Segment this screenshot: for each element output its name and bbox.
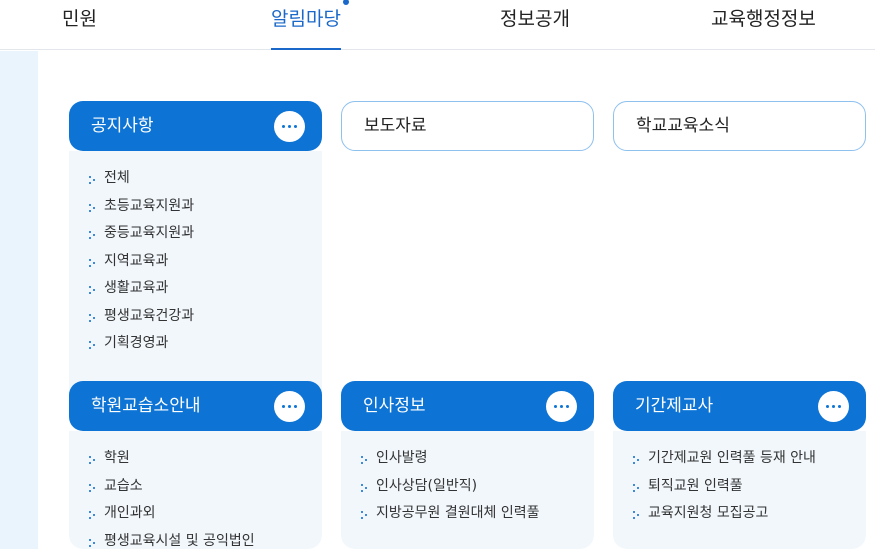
nav-item-minwon[interactable]: 민원	[62, 0, 97, 50]
card-notice-title: 공지사항	[91, 116, 154, 136]
list-item[interactable]: 평생교육시설 및 공익법인	[89, 528, 322, 549]
list-item[interactable]: 기간제교원 인력풀 등재 안내	[633, 445, 866, 473]
bullet-icon	[89, 286, 96, 294]
card-school-news-title: 학교교육소식	[636, 116, 730, 136]
card-academy-title: 학원교습소안내	[91, 396, 201, 416]
card-school-news: 학교교육소식	[613, 101, 866, 151]
card-notice: 공지사항 전체 초등교육지원과 중등교육지원과 지역교육과 생활교육과 평생교육…	[69, 101, 322, 408]
bullet-icon	[633, 511, 640, 519]
card-school-news-header[interactable]: 학교교육소식	[613, 101, 866, 151]
card-notice-list: 전체 초등교육지원과 중등교육지원과 지역교육과 생활교육과 평생교육건강과 기…	[69, 151, 322, 408]
bullet-icon	[89, 511, 96, 519]
bullet-icon	[89, 483, 96, 492]
card-personnel-header[interactable]: 인사정보	[341, 381, 594, 431]
card-academy-more-button[interactable]	[274, 391, 305, 422]
active-indicator-dot	[343, 0, 349, 5]
nav-item-edu-admin[interactable]: 교육행정정보	[711, 0, 816, 50]
card-notice-header[interactable]: 공지사항	[69, 101, 322, 151]
list-item[interactable]: 교육지원청 모집공고	[633, 500, 866, 528]
list-item[interactable]: 학원	[89, 445, 322, 473]
card-contract-teacher-list: 기간제교원 인력풀 등재 안내 퇴직교원 인력풀 교육지원청 모집공고	[613, 431, 866, 549]
bullet-icon	[633, 483, 640, 492]
card-contract-teacher-more-button[interactable]	[818, 391, 849, 422]
list-item[interactable]: 기획경영과	[89, 330, 322, 358]
card-notice-more-button[interactable]	[274, 111, 305, 142]
ellipsis-icon	[826, 405, 829, 408]
bullet-icon	[89, 176, 96, 184]
list-item[interactable]: 지방공무원 결원대체 인력풀	[361, 500, 594, 528]
list-item[interactable]: 개인과외	[89, 500, 322, 528]
card-press: 보도자료	[341, 101, 594, 151]
card-personnel-list: 인사발령 인사상담(일반직) 지방공무원 결원대체 인력풀	[341, 431, 594, 549]
card-press-header[interactable]: 보도자료	[341, 101, 594, 151]
top-navigation: 민원 알림마당 정보공개 교육행정정보	[0, 0, 875, 50]
nav-item-allim[interactable]: 알림마당	[271, 0, 349, 50]
bullet-icon	[89, 456, 96, 464]
ellipsis-icon	[554, 405, 557, 408]
card-personnel-title: 인사정보	[363, 396, 426, 416]
list-item[interactable]: 생활교육과	[89, 275, 322, 303]
ellipsis-icon	[282, 125, 285, 128]
list-item[interactable]: 지역교육과	[89, 248, 322, 276]
bullet-icon	[361, 483, 368, 492]
nav-item-info-disclosure[interactable]: 정보공개	[500, 0, 570, 50]
card-contract-teacher-header[interactable]: 기간제교사	[613, 381, 866, 431]
card-press-title: 보도자료	[364, 116, 427, 136]
card-academy: 학원교습소안내 학원 교습소 개인과외 평생교육시설 및 공익법인	[69, 381, 322, 549]
card-academy-list: 학원 교습소 개인과외 평생교육시설 및 공익법인	[69, 431, 322, 549]
bullet-icon	[89, 538, 96, 547]
card-personnel-more-button[interactable]	[546, 391, 577, 422]
list-item[interactable]: 인사상담(일반직)	[361, 473, 594, 501]
card-academy-header[interactable]: 학원교습소안내	[69, 381, 322, 431]
list-item[interactable]: 퇴직교원 인력풀	[633, 473, 866, 501]
bullet-icon	[633, 456, 640, 464]
list-item[interactable]: 교습소	[89, 473, 322, 501]
list-item[interactable]: 평생교육건강과	[89, 303, 322, 331]
bullet-icon	[361, 456, 368, 464]
list-item[interactable]: 중등교육지원과	[89, 220, 322, 248]
list-item[interactable]: 전체	[89, 165, 322, 193]
card-personnel: 인사정보 인사발령 인사상담(일반직) 지방공무원 결원대체 인력풀	[341, 381, 594, 549]
list-item[interactable]: 인사발령	[361, 445, 594, 473]
card-contract-teacher: 기간제교사 기간제교원 인력풀 등재 안내 퇴직교원 인력풀 교육지원청 모집공…	[613, 381, 866, 549]
ellipsis-icon	[282, 405, 285, 408]
bullet-icon	[361, 511, 368, 519]
bullet-icon	[89, 258, 96, 267]
bullet-icon	[89, 313, 96, 322]
list-item[interactable]: 초등교육지원과	[89, 193, 322, 221]
bullet-icon	[89, 341, 96, 349]
left-side-strip	[0, 51, 38, 549]
card-contract-teacher-title: 기간제교사	[635, 396, 714, 416]
bullet-icon	[89, 231, 96, 239]
nav-item-allim-label: 알림마당	[271, 8, 341, 30]
bullet-icon	[89, 203, 96, 212]
